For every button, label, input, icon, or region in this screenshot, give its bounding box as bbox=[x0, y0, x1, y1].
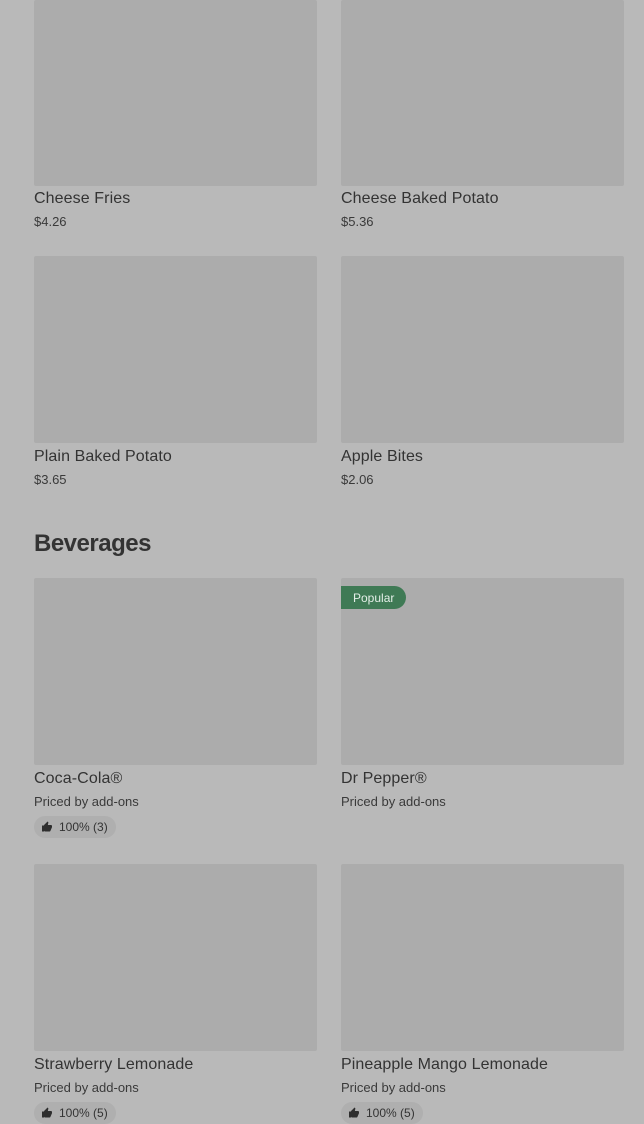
item-price: $3.65 bbox=[34, 472, 67, 487]
thumbs-up-icon bbox=[42, 821, 52, 832]
menu-item-card[interactable]: Cheese Fries $4.26 bbox=[34, 0, 317, 229]
thumbs-up-icon bbox=[42, 1107, 52, 1118]
item-name: Coca-Cola® bbox=[34, 770, 123, 787]
item-name: Apple Bites bbox=[341, 448, 424, 465]
item-name: Plain Baked Potato bbox=[34, 448, 172, 465]
rating-badge: 100% (3) bbox=[34, 816, 116, 838]
popular-badge: Popular bbox=[341, 586, 407, 609]
item-image[interactable] bbox=[34, 864, 317, 1051]
item-name: Dr Pepper® bbox=[341, 770, 427, 787]
menu-page: Cheese Fries $4.26 Cheese Baked Potato $… bbox=[0, 0, 644, 1124]
rating-text: 100% (5) bbox=[59, 1106, 108, 1120]
item-price: Priced by add-ons bbox=[341, 794, 446, 809]
item-price: $2.06 bbox=[341, 472, 374, 487]
item-name: Pineapple Mango Lemonade bbox=[341, 1056, 549, 1073]
menu-item-card[interactable]: Cheese Baked Potato $5.36 bbox=[341, 0, 624, 229]
rating-text: 100% (5) bbox=[366, 1106, 415, 1120]
item-price: Priced by add-ons bbox=[34, 794, 139, 809]
item-image[interactable]: Popular bbox=[341, 578, 624, 765]
item-name: Cheese Fries bbox=[34, 190, 131, 207]
item-price: $5.36 bbox=[341, 214, 374, 229]
menu-item-card[interactable]: Popular Dr Pepper® Priced by add-ons bbox=[341, 578, 624, 809]
item-name: Strawberry Lemonade bbox=[34, 1056, 194, 1073]
thumbs-up-icon bbox=[349, 1107, 359, 1118]
rating-badge: 100% (5) bbox=[34, 1102, 116, 1124]
item-image[interactable] bbox=[341, 256, 624, 443]
item-image[interactable] bbox=[34, 578, 317, 765]
item-image[interactable] bbox=[341, 0, 624, 186]
item-price: Priced by add-ons bbox=[34, 1080, 139, 1095]
item-image[interactable] bbox=[34, 0, 317, 186]
menu-item-card[interactable]: Pineapple Mango Lemonade Priced by add-o… bbox=[341, 864, 624, 1124]
section-title-beverages: Beverages bbox=[34, 530, 151, 557]
item-image[interactable] bbox=[341, 864, 624, 1051]
menu-item-card[interactable]: Apple Bites $2.06 bbox=[341, 256, 624, 487]
menu-item-card[interactable]: Plain Baked Potato $3.65 bbox=[34, 256, 317, 487]
rating-badge: 100% (5) bbox=[341, 1102, 423, 1124]
menu-item-card[interactable]: Strawberry Lemonade Priced by add-ons 10… bbox=[34, 864, 317, 1124]
item-price: Priced by add-ons bbox=[341, 1080, 446, 1095]
menu-item-card[interactable]: Coca-Cola® Priced by add-ons 100% (3) bbox=[34, 578, 317, 838]
item-image[interactable] bbox=[34, 256, 317, 443]
rating-text: 100% (3) bbox=[59, 820, 108, 834]
item-price: $4.26 bbox=[34, 214, 67, 229]
item-name: Cheese Baked Potato bbox=[341, 190, 499, 207]
